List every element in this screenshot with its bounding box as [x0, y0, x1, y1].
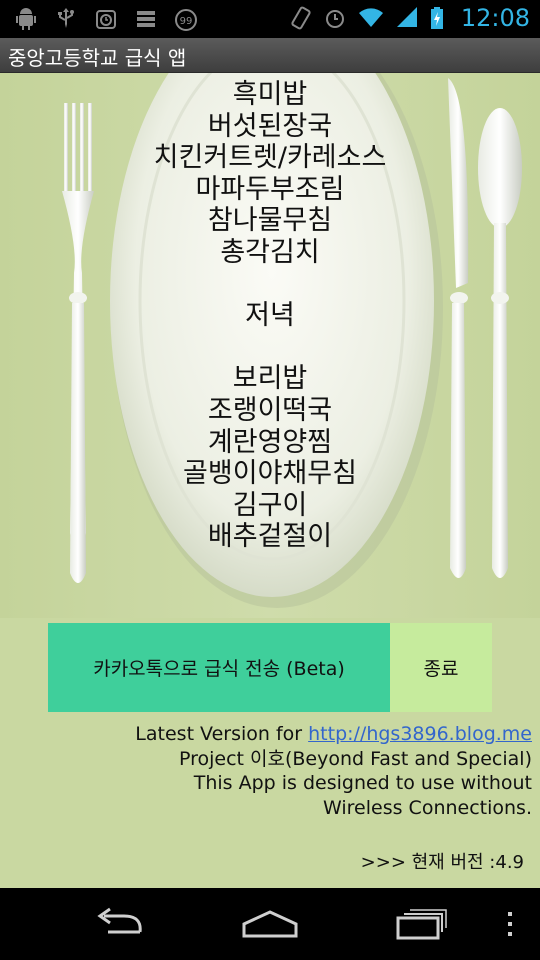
exit-button[interactable]: 종료 — [390, 623, 492, 712]
dinner-item: 배추겉절이 — [207, 521, 333, 553]
vibrate-icon — [291, 6, 311, 30]
app-badge-icon: 99 — [175, 9, 197, 31]
status-bar: 99 12:08 — [0, 0, 540, 38]
clock: 12:08 — [460, 4, 530, 32]
wireless-notice: This App is designed to use without Wire… — [193, 772, 532, 819]
meal-menu: 흑미밥 버섯된장국 치킨커트렛/카레소스 마파두부조림 참나물무침 총각김치 저… — [0, 79, 540, 553]
dinner-heading: 저녁 — [245, 300, 295, 332]
android-debug-icon — [16, 8, 36, 30]
send-kakaotalk-button[interactable]: 카카오톡으로 급식 전송 (Beta) — [48, 623, 390, 712]
version-text: >>> 현재 버전 :4.9 — [360, 852, 524, 873]
latest-version-prefix: Latest Version for — [135, 723, 309, 745]
dinner-item: 골뱅이야채무침 — [183, 458, 357, 490]
lunch-item: 마파두부조림 — [195, 173, 345, 205]
wifi-icon — [358, 8, 383, 27]
latest-version-line: Latest Version for http://hgs3896.blog.m… — [12, 722, 532, 747]
alarm-icon — [325, 10, 344, 28]
usb-icon — [58, 8, 74, 28]
dinner-item: 조랭이떡국 — [207, 394, 333, 426]
lunch-item: 흑미밥 — [232, 79, 308, 110]
lunch-item: 버섯된장국 — [207, 110, 333, 142]
blog-link[interactable]: http://hgs3896.blog.me — [308, 723, 532, 745]
menu-spacer — [0, 332, 540, 364]
recent-apps-icon[interactable] — [392, 902, 452, 946]
storage-icon — [137, 11, 155, 27]
exit-label: 종료 — [423, 658, 459, 680]
back-icon[interactable] — [90, 902, 150, 946]
lunch-item: 치킨커트렛/카레소스 — [153, 142, 387, 174]
menu-plate-area: 흑미밥 버섯된장국 치킨커트렛/카레소스 마파두부조림 참나물무침 총각김치 저… — [0, 73, 540, 618]
dinner-item: 김구이 — [232, 489, 308, 521]
project-line: Project 이호(Beyond Fast and Special) — [178, 747, 532, 770]
alarm-clock-icon — [96, 10, 116, 29]
send-kakaotalk-label: 카카오톡으로 급식 전송 (Beta) — [93, 658, 345, 680]
app-title: 중앙고등학교 급식 앱 — [8, 46, 187, 70]
dinner-item: 계란영양찜 — [207, 426, 333, 458]
dinner-item: 보리밥 — [232, 363, 308, 395]
navigation-bar — [0, 888, 540, 960]
badge-count: 99 — [180, 16, 193, 27]
home-icon[interactable] — [240, 902, 300, 946]
lunch-item: 참나물무침 — [207, 205, 333, 237]
app-title-bar: 중앙고등학교 급식 앱 — [0, 38, 540, 73]
overflow-menu-icon[interactable] — [490, 902, 530, 946]
battery-charging-icon — [430, 7, 443, 29]
app-info: Latest Version for http://hgs3896.blog.m… — [12, 722, 532, 820]
lunch-item: 총각김치 — [220, 236, 320, 268]
menu-spacer — [0, 269, 540, 301]
signal-icon — [396, 7, 417, 27]
